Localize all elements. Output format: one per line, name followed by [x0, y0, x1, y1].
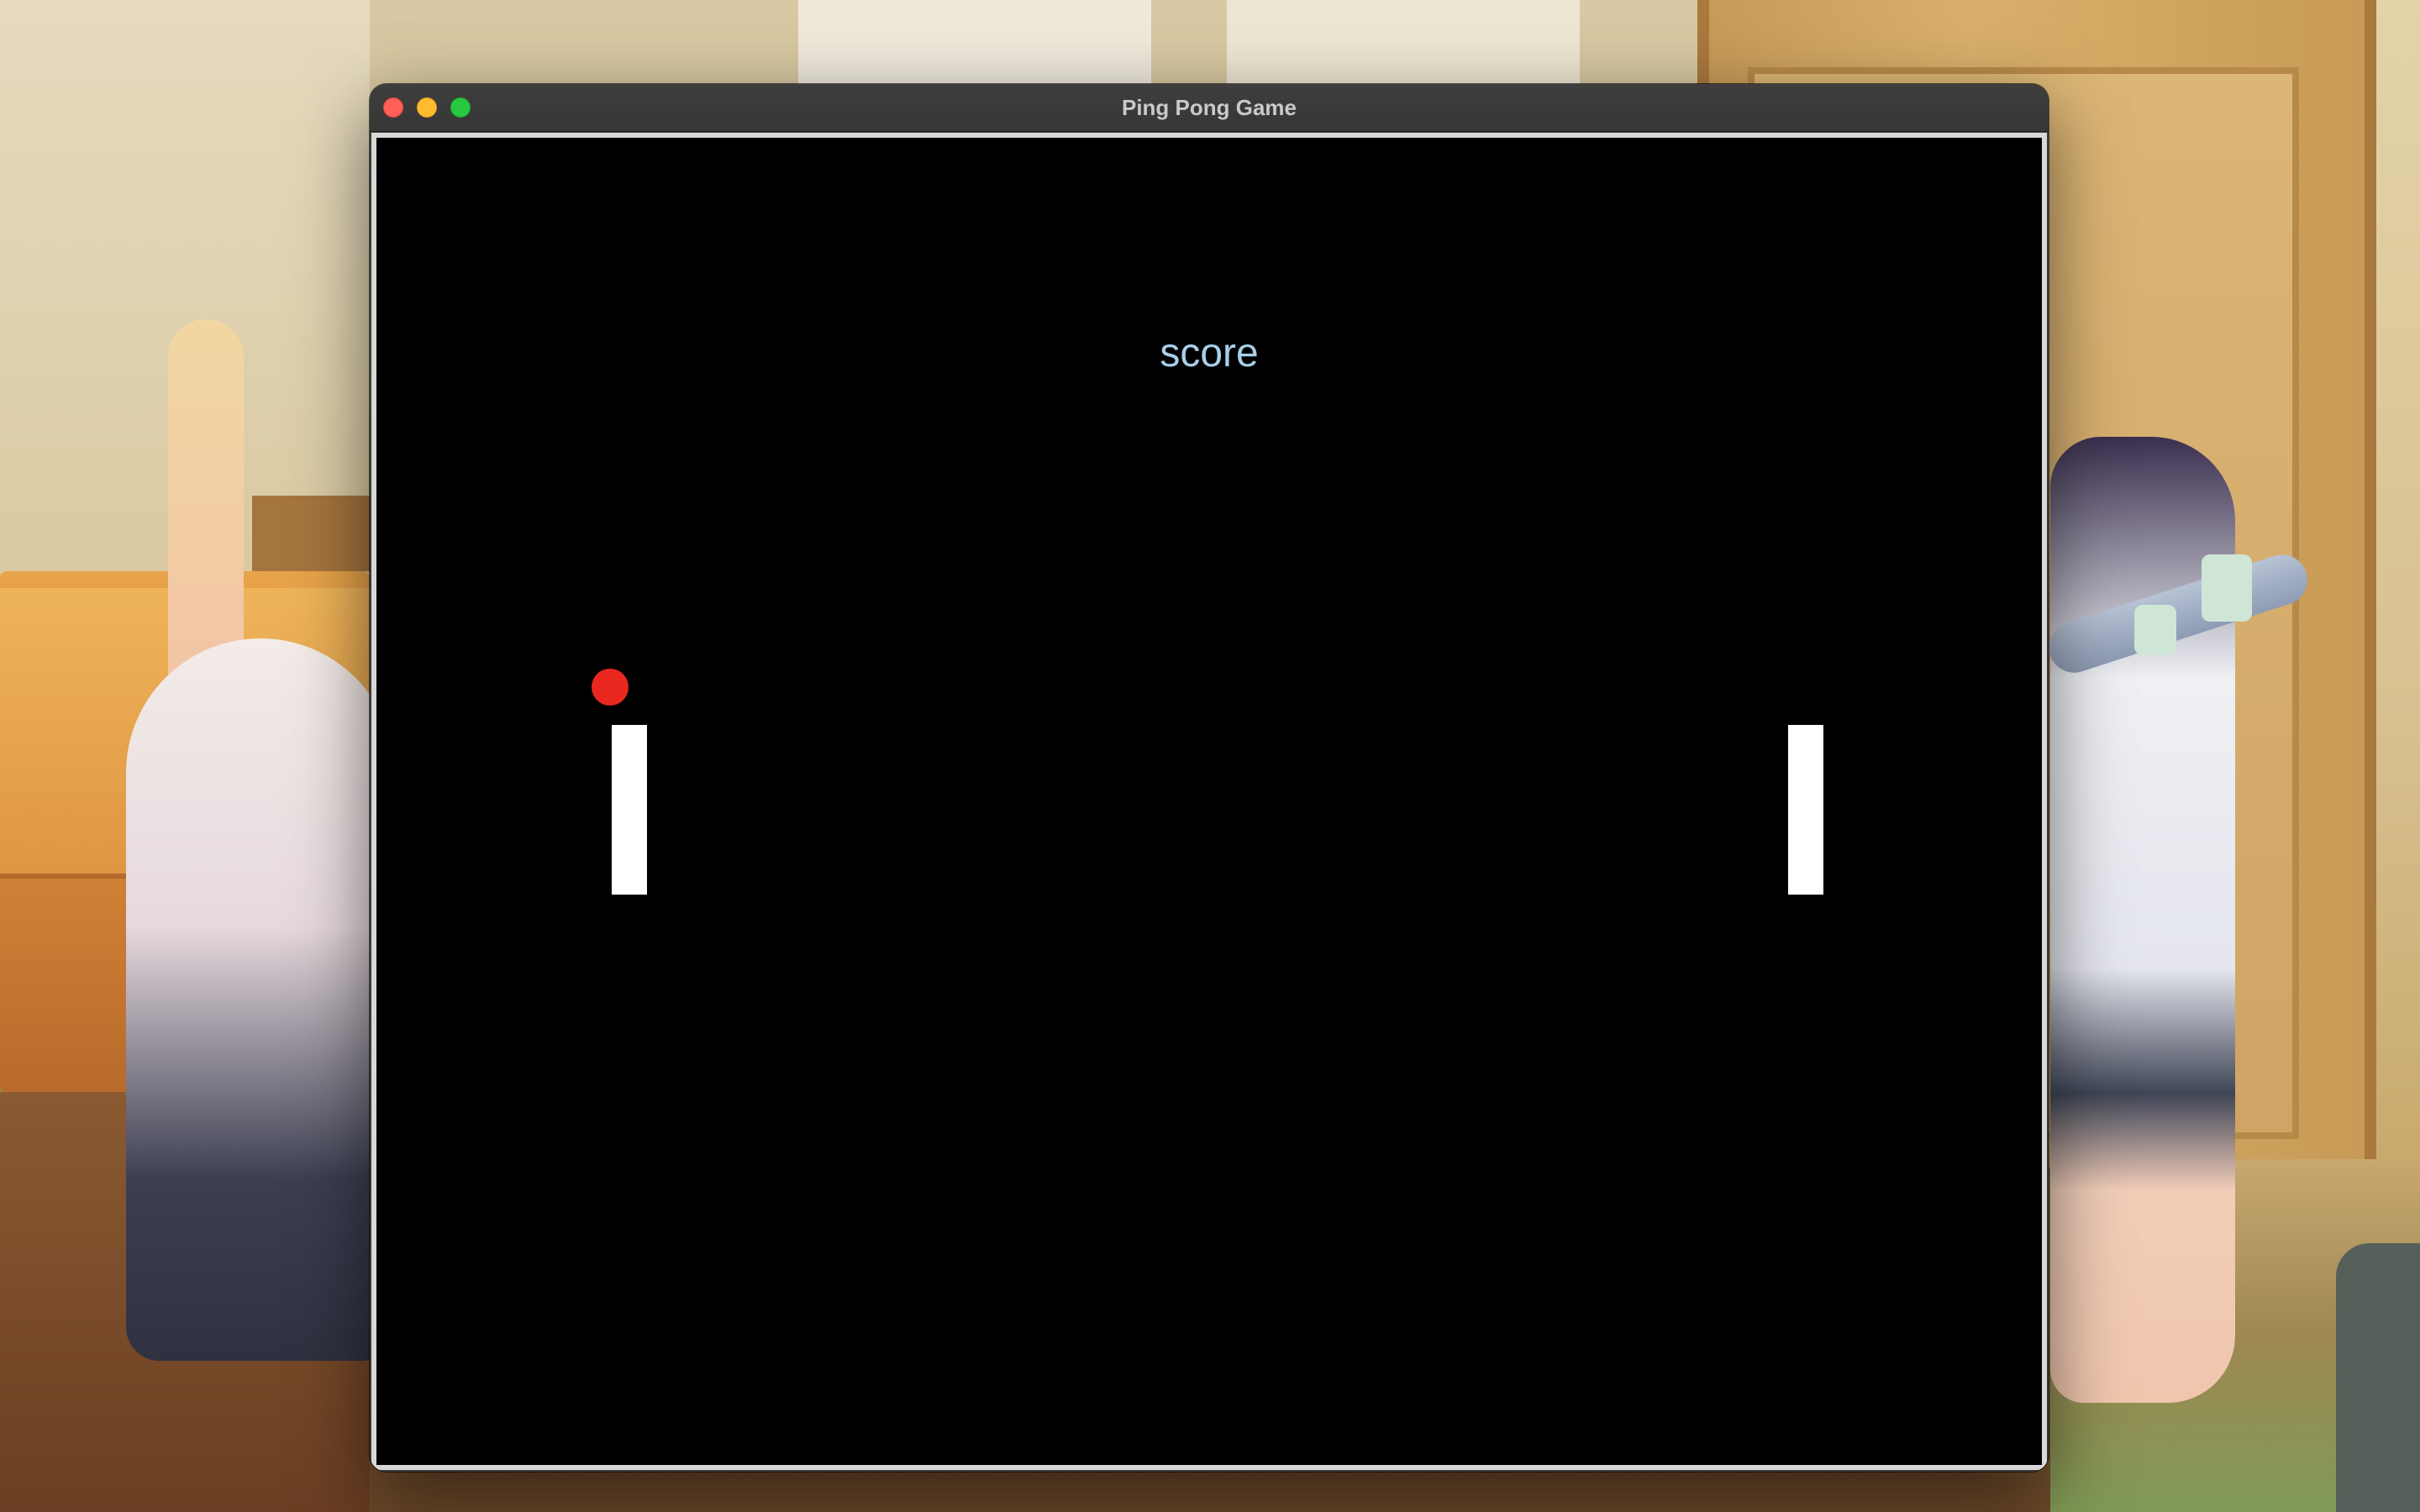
wallpaper-object	[2336, 1243, 2420, 1512]
wallpaper-cup	[2134, 605, 2176, 655]
wallpaper-cup	[2202, 554, 2252, 622]
game-canvas[interactable]: score	[376, 138, 2042, 1465]
right-paddle	[1788, 725, 1823, 895]
close-button[interactable]	[383, 97, 403, 118]
minimize-button[interactable]	[417, 97, 437, 118]
score-label: score	[1160, 331, 1259, 375]
left-paddle	[612, 725, 647, 895]
wallpaper-poster	[1227, 0, 1580, 84]
game-window: Ping Pong Game score	[370, 84, 2049, 1472]
window-title: Ping Pong Game	[1121, 95, 1297, 120]
wallpaper-character-left	[126, 638, 395, 1361]
canvas-frame: score	[371, 133, 2047, 1470]
wallpaper-poster	[798, 0, 1151, 84]
zoom-button[interactable]	[450, 97, 471, 118]
title-bar[interactable]: Ping Pong Game	[370, 84, 2049, 132]
wallpaper-shelf	[252, 496, 370, 571]
ball	[592, 669, 629, 706]
